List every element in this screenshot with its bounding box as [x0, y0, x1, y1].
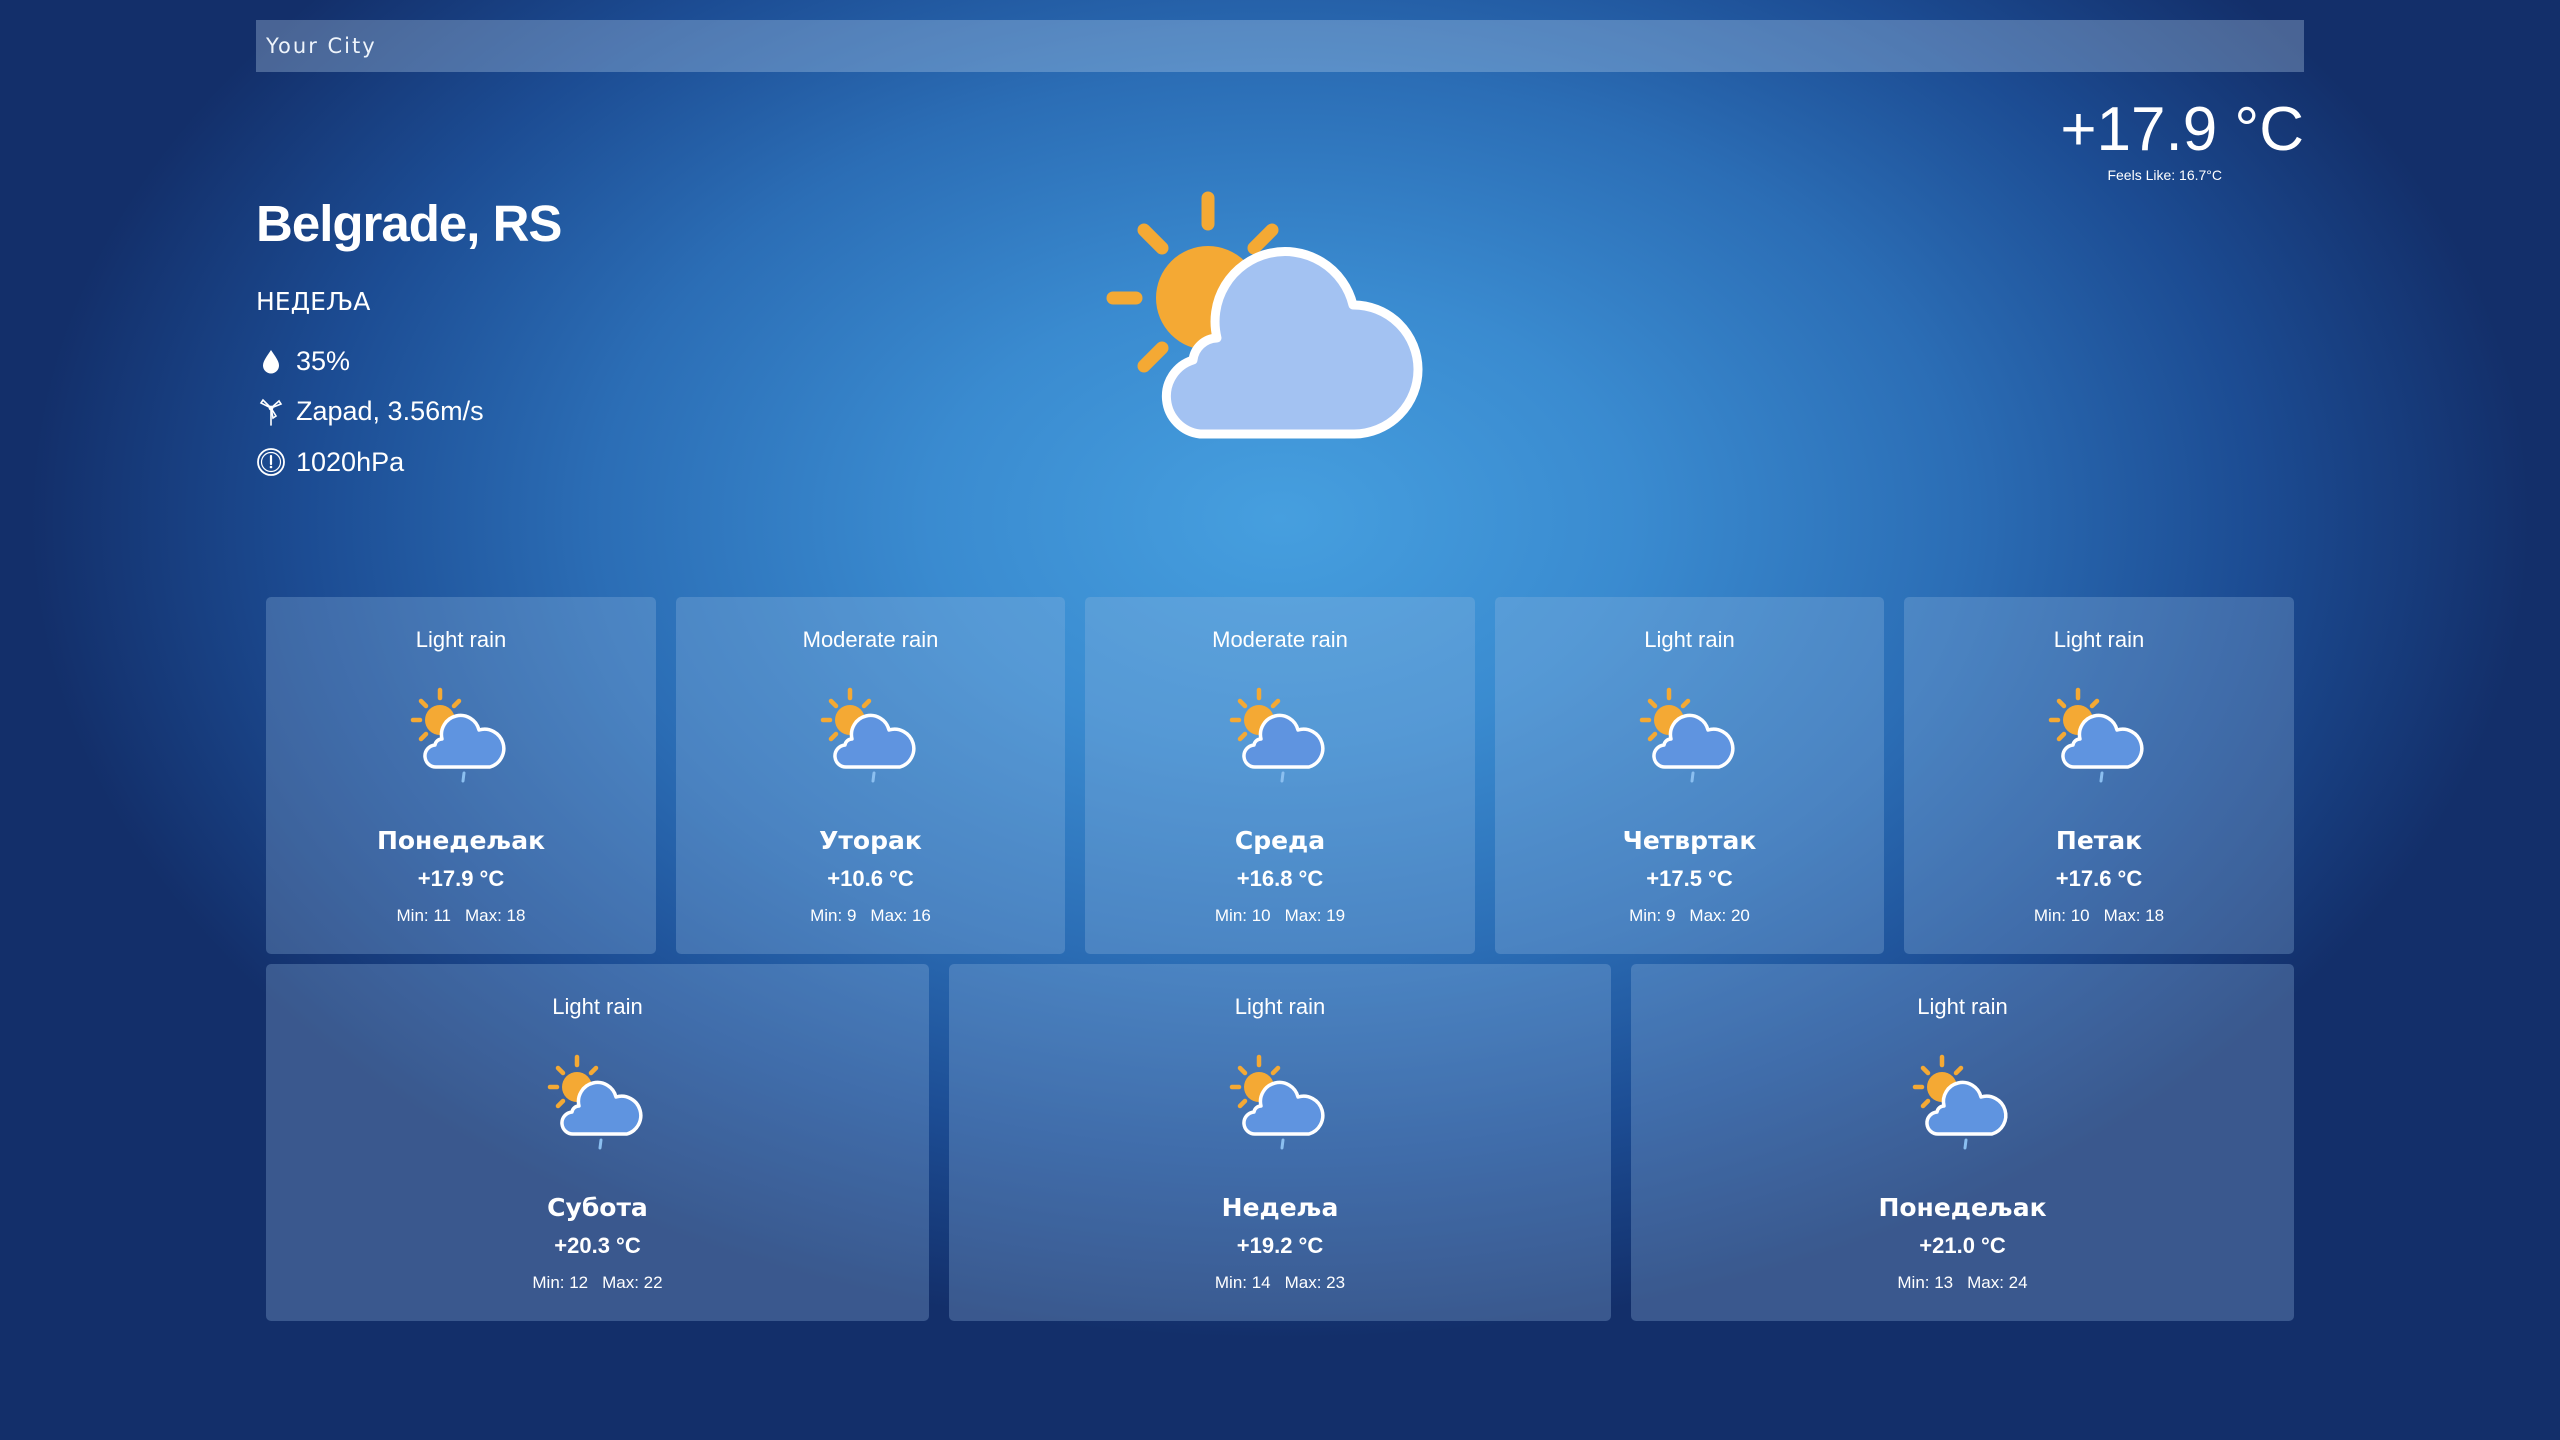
humidity-value: 35% [296, 345, 351, 376]
sun-cloud-rain-icon [545, 1052, 651, 1152]
forecast-description: Moderate rain [802, 627, 939, 652]
forecast-description: Light rain [1917, 994, 2008, 1019]
forecast-max: Max: 20 [1689, 906, 1750, 925]
forecast-min: Min: 10 [1214, 906, 1271, 925]
sun-cloud-rain-icon [1227, 1052, 1333, 1152]
forecast-max: Max: 24 [1967, 1273, 2028, 1292]
sun-cloud-rain-icon [818, 685, 924, 785]
wind-icon [256, 396, 286, 426]
forecast-temperature: +16.8 °C [1236, 866, 1324, 891]
forecast-day: Понедељак [376, 826, 546, 855]
forecast-temperature: +21.0 °C [1919, 1233, 2006, 1258]
forecast-min-max: Min: 9 Max: 16 [676, 905, 1065, 927]
forecast-temperature: +17.9 °C [417, 866, 505, 891]
sun-cloud-rain-icon [1227, 685, 1333, 785]
pressure-row: 1020hPa [256, 444, 404, 480]
partly-cloudy-icon [1100, 188, 1460, 448]
forecast-day: Понедељак [1878, 1193, 2047, 1222]
forecast-card: Light rain Недеља +19.2 °C Min: 14 Max: 23 [949, 964, 1611, 1321]
forecast-card: Light rain Субота +20.3 °C Min: 12 Max: 22 [266, 964, 929, 1321]
forecast-max: Max: 23 [1284, 1273, 1346, 1292]
forecast-day: Петак [2055, 826, 2143, 855]
forecast-min: Min: 13 [1897, 1273, 1954, 1292]
forecast-max: Max: 19 [1284, 906, 1346, 925]
forecast-description: Light rain [552, 994, 643, 1019]
city-search-input[interactable] [256, 20, 2304, 72]
forecast-temperature: +19.2 °C [1236, 1233, 1324, 1258]
forecast-min: Min: 14 [1214, 1273, 1271, 1292]
forecast-max: Max: 18 [2103, 906, 2165, 925]
forecast-min-max: Min: 11 Max: 18 [266, 905, 656, 927]
forecast-min-max: Min: 14 Max: 23 [949, 1272, 1611, 1294]
forecast-min: Min: 9 [810, 906, 857, 925]
forecast-day: Среда [1234, 826, 1326, 855]
forecast-card: Moderate rain Уторак +10.6 °C Min: 9 Max: 16 [676, 597, 1065, 954]
forecast-min-max: Min: 13 Max: 24 [1631, 1272, 2294, 1294]
forecast-temperature: +10.6 °C [827, 866, 914, 891]
forecast-min: Min: 11 [396, 906, 452, 925]
pressure-gauge-icon [256, 447, 286, 477]
forecast-max: Max: 18 [465, 906, 526, 925]
forecast-day: Четвртак [1622, 826, 1757, 855]
current-day: НЕДЕЉА [256, 287, 371, 316]
forecast-description: Light rain [2053, 627, 2145, 652]
feels-like-text: Feels Like: 16.7°C [2107, 167, 2222, 183]
sun-cloud-rain-icon [2046, 685, 2152, 785]
forecast-min: Min: 10 [2033, 906, 2090, 925]
forecast-max: Max: 16 [870, 906, 931, 925]
forecast-temperature: +20.3 °C [554, 1233, 641, 1258]
forecast-card: Light rain Петак +17.6 °C Min: 10 Max: 18 [1904, 597, 2294, 954]
forecast-min-max: Min: 12 Max: 22 [266, 1272, 929, 1294]
forecast-min-max: Min: 10 Max: 19 [1085, 905, 1475, 927]
sun-cloud-rain-icon [408, 685, 514, 785]
forecast-card: Moderate rain Среда +16.8 °C Min: 10 Max: 19 [1085, 597, 1475, 954]
forecast-day: Недеља [1221, 1193, 1339, 1222]
water-drop-icon [256, 346, 286, 376]
humidity-row: 35% [256, 343, 350, 379]
forecast-min-max: Min: 10 Max: 18 [1904, 905, 2294, 927]
forecast-max: Max: 22 [602, 1273, 663, 1292]
sun-cloud-rain-icon [1637, 685, 1743, 785]
sun-cloud-rain-icon [1910, 1052, 2016, 1152]
forecast-min: Min: 9 [1629, 906, 1676, 925]
forecast-day: Субота [547, 1193, 648, 1222]
forecast-min-max: Min: 9 Max: 20 [1495, 905, 1884, 927]
city-name: Belgrade, RS [256, 195, 562, 252]
forecast-description: Light rain [1644, 627, 1735, 652]
pressure-value: 1020hPa [296, 446, 405, 477]
wind-row: Zapad, 3.56m/s [256, 393, 484, 429]
forecast-min: Min: 12 [532, 1273, 589, 1292]
forecast-description: Moderate rain [1212, 627, 1348, 652]
forecast-description: Light rain [1234, 994, 1326, 1019]
forecast-temperature: +17.6 °C [2055, 866, 2143, 891]
forecast-temperature: +17.5 °C [1646, 866, 1733, 891]
current-temperature: +17.9 °C [2060, 95, 2304, 164]
wind-value: Zapad, 3.56m/s [296, 395, 484, 426]
forecast-day: Уторак [819, 826, 922, 855]
forecast-card: Light rain Понедељак +17.9 °C Min: 11 Max: 1… [266, 597, 656, 954]
forecast-description: Light rain [415, 627, 507, 652]
forecast-card: Light rain Четвртак +17.5 °C Min: 9 Max: 20 [1495, 597, 1884, 954]
forecast-card: Light rain Понедељак +21.0 °C Min: 13 Max: 2… [1631, 964, 2294, 1321]
